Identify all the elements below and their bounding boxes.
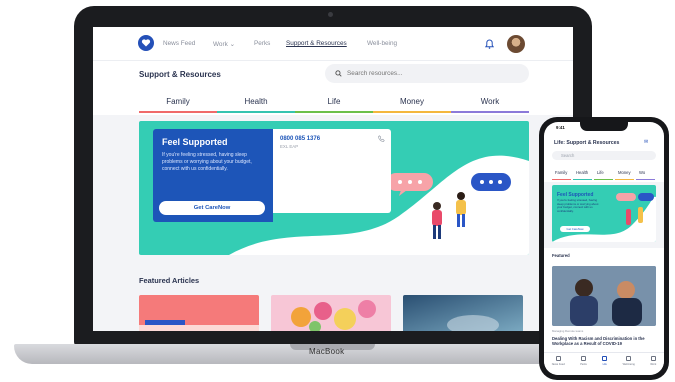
tab-color-bar <box>295 111 373 113</box>
tab-label: Life <box>327 97 341 106</box>
laptop-brand: MacBook <box>309 347 345 356</box>
featured-articles-heading: Featured Articles <box>139 276 200 285</box>
featured-article-card-1[interactable] <box>139 295 259 331</box>
nav-support-resources[interactable]: Support & Resources <box>286 40 347 47</box>
tab-label: Life <box>597 170 604 175</box>
tab-color-bar <box>594 179 613 180</box>
article-thumbnail <box>552 266 656 326</box>
phone-header-icons[interactable]: ✉ <box>644 139 648 145</box>
nav-perks[interactable]: Perks <box>254 40 270 47</box>
speech-bubble-blue <box>471 173 511 191</box>
bottom-nav-label: Well-being <box>622 363 635 366</box>
phone-feel-supported-banner: Feel Supported If you're feeling stresse… <box>552 185 656 242</box>
phone-banner-text: If you're feeling stressed, having sleep… <box>557 198 599 213</box>
phone-tab-health[interactable]: Health <box>573 170 594 180</box>
nav-work[interactable]: Work ⌄ <box>213 40 235 48</box>
phone-article-headline[interactable]: Dealing With Racism and Discrimination i… <box>552 336 656 347</box>
nav-well-being[interactable]: Well-being <box>367 40 397 47</box>
phone-notch <box>580 122 628 131</box>
phone-screen: 9:41 Life: Support & Resources ✉ Search … <box>544 122 664 375</box>
phone-tab-family[interactable]: Family <box>552 170 573 180</box>
tab-health[interactable]: Health <box>217 93 295 113</box>
feel-supported-banner: Feel Supported If you're feeling stresse… <box>139 121 529 255</box>
helpline-number[interactable]: 0800 085 1376 <box>280 136 384 142</box>
chat-icon <box>626 356 632 361</box>
phone-category-tabs: Family Health Life Money Wo <box>552 170 664 180</box>
banner-title: Feel Supported <box>162 137 228 147</box>
bottom-nav-label: News Feed <box>551 363 565 366</box>
tab-label: Family <box>166 97 190 106</box>
gift-icon <box>581 356 587 361</box>
search-icon <box>335 70 342 77</box>
phone-page-title: Life: Support & Resources <box>554 140 620 146</box>
tab-label: Health <box>576 170 589 175</box>
article-thumbnail <box>139 295 259 331</box>
briefcase-icon <box>650 356 656 361</box>
banner-panel: Feel Supported If you're feeling stresse… <box>153 129 273 222</box>
tab-color-bar <box>615 179 634 180</box>
page-title: Support & Resources <box>139 70 221 79</box>
article-thumbnail <box>271 295 391 331</box>
tab-label: Wo <box>639 170 646 175</box>
bottom-nav-label: Work <box>650 363 657 366</box>
featured-article-card-2[interactable] <box>271 295 391 331</box>
app-logo[interactable] <box>138 35 154 51</box>
phone-get-carenow-button[interactable]: Get CareNow <box>560 226 590 232</box>
heart-icon <box>141 39 151 47</box>
featured-article-card-3[interactable] <box>403 295 523 331</box>
category-tabs: Family Health Life Money Work <box>139 93 529 113</box>
device-mockup-scene: MacBook News Feed Work ⌄ Perks Support &… <box>0 0 675 382</box>
tab-work[interactable]: Work <box>451 93 529 113</box>
user-avatar[interactable] <box>507 35 525 53</box>
tab-color-bar <box>217 111 295 113</box>
tab-color-bar <box>573 179 592 180</box>
bottom-nav-life[interactable]: Life <box>602 356 608 375</box>
phone-tab-work[interactable]: Wo <box>636 170 657 180</box>
laptop-camera <box>328 12 333 17</box>
tab-color-bar <box>139 111 217 113</box>
bottom-nav-news-feed[interactable]: News Feed <box>552 356 565 375</box>
speech-bubble-pink <box>387 173 433 196</box>
tab-life[interactable]: Life <box>295 93 373 113</box>
phone-search-input[interactable]: Search <box>552 151 656 160</box>
bottom-nav-label: Life <box>602 363 607 366</box>
bottom-nav-label: Perks <box>580 363 587 366</box>
phone-featured-heading: Featured <box>552 253 570 258</box>
phone-icon[interactable] <box>378 135 385 142</box>
bell-icon[interactable]: ✉ <box>644 139 648 145</box>
helpline-label: EXL EAP <box>280 144 299 149</box>
get-carenow-button[interactable]: Get CareNow <box>159 201 265 215</box>
tab-color-bar <box>636 179 655 180</box>
phone-article-photo[interactable] <box>552 266 656 326</box>
phone-bottom-nav: News Feed Perks Life Well-being Work <box>544 352 664 375</box>
heart-icon <box>602 356 608 361</box>
tab-color-bar <box>373 111 451 113</box>
tab-money[interactable]: Money <box>373 93 451 113</box>
search-input[interactable] <box>347 70 517 77</box>
tab-label: Money <box>618 170 631 175</box>
tab-color-bar <box>552 179 571 180</box>
tab-color-bar <box>451 111 529 113</box>
banner-text: If you're feeling stressed, having sleep… <box>162 152 252 172</box>
tab-family[interactable]: Family <box>139 93 217 113</box>
news-icon <box>555 356 561 361</box>
status-time: 9:41 <box>556 125 565 130</box>
bottom-nav-perks[interactable]: Perks <box>580 356 587 375</box>
phone-tab-life[interactable]: Life <box>594 170 615 180</box>
search-box[interactable] <box>325 64 529 83</box>
tab-label: Health <box>244 97 268 106</box>
bottom-nav-well-being[interactable]: Well-being <box>623 356 635 375</box>
tab-label: Work <box>480 97 500 106</box>
phone-article-kicker: Managing Remote teams <box>552 329 584 333</box>
bell-icon[interactable] <box>485 39 494 49</box>
tab-label: Family <box>555 170 568 175</box>
article-thumbnail <box>403 295 523 331</box>
top-navigation: News Feed Work ⌄ Perks Support & Resourc… <box>93 27 573 61</box>
phone-tab-money[interactable]: Money <box>615 170 636 180</box>
nav-news-feed[interactable]: News Feed <box>163 40 195 47</box>
tab-label: Money <box>399 97 424 106</box>
laptop-screen: News Feed Work ⌄ Perks Support & Resourc… <box>93 27 573 331</box>
helpline-card[interactable]: 0800 085 1376 EXL EAP <box>273 129 391 213</box>
bottom-nav-work[interactable]: Work <box>650 356 656 375</box>
